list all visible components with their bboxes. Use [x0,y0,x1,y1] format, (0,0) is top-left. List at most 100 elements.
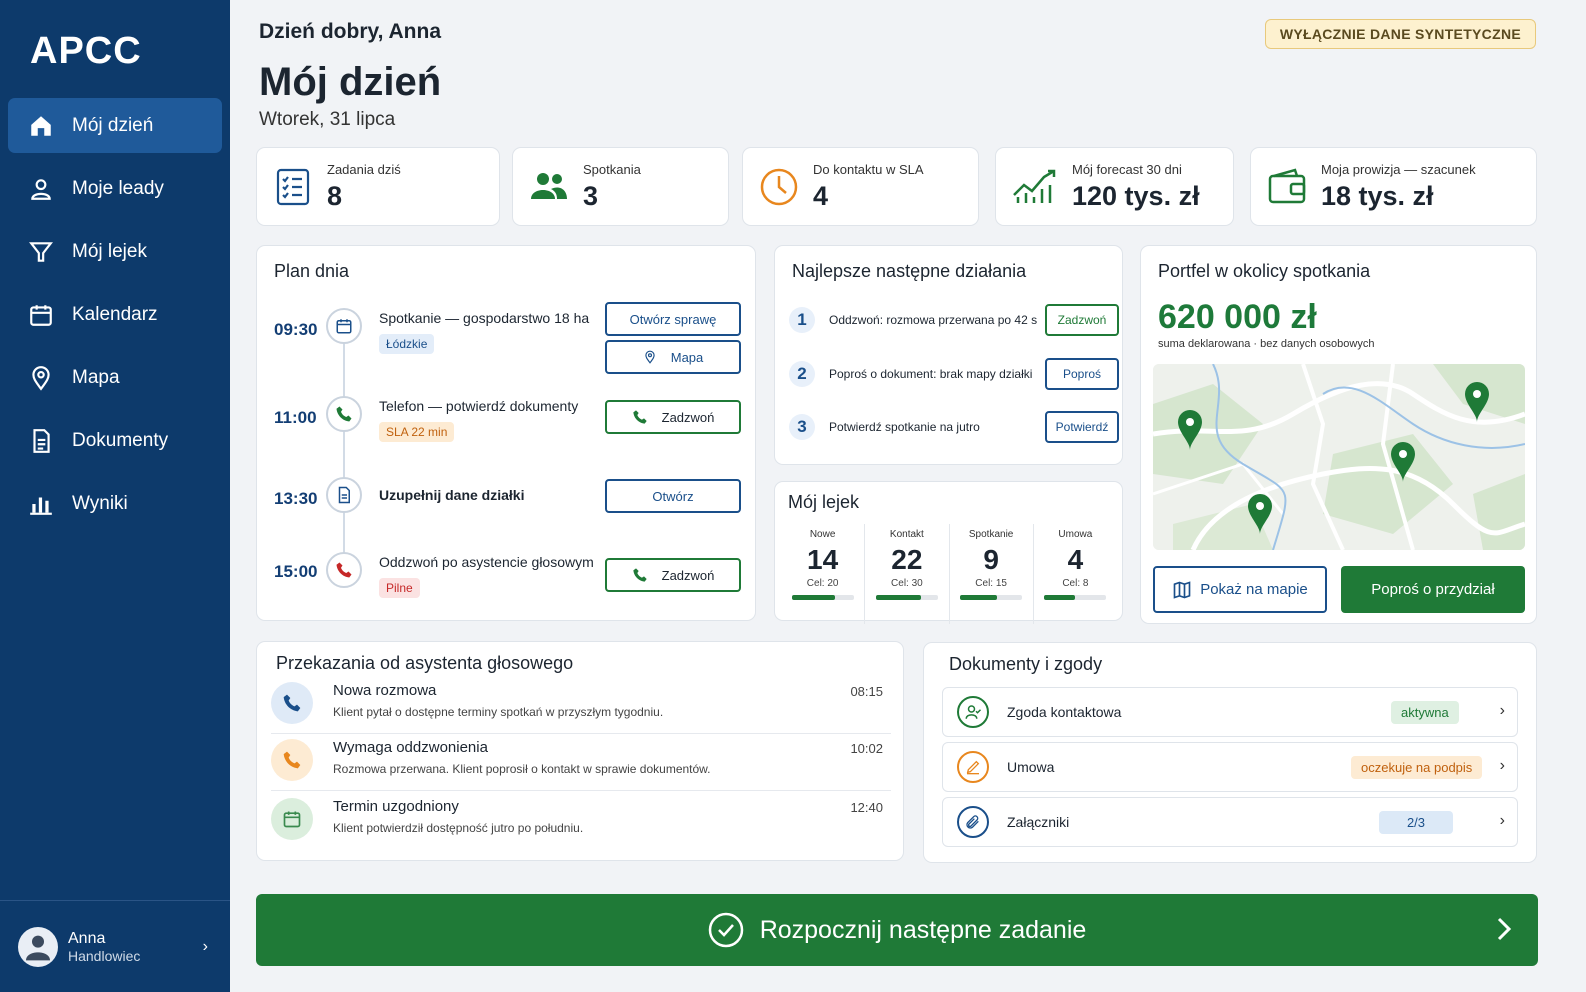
stage-value: 14 [807,544,839,575]
card-title: Portfel w okolicy spotkania [1158,261,1371,281]
plan-card: Plan dnia 09:30 Spotkanie — gospodarstwo… [256,245,756,621]
request-button[interactable]: Poproś [1045,358,1119,390]
plan-text: Spotkanie — gospodarstwo 18 ha [379,310,590,326]
kpi-commission[interactable]: Moja prowizja — szacunek 18 tys. zł [1250,147,1537,226]
map-view[interactable] [1153,364,1525,550]
show-on-map-button[interactable]: Pokaż na mapie [1153,566,1327,613]
funnel-stage[interactable]: Nowe 14 Cel: 20 [781,524,866,624]
sidebar-item-label: Moje leady [72,177,164,199]
stage-value: 22 [891,544,923,575]
plan-text: Uzupełnij dane działki [379,487,525,503]
phone-icon [632,568,647,582]
chevron-right-icon: › [1499,702,1505,719]
sidebar-item-documents[interactable]: Dokumenty [8,413,222,468]
kpi-forecast[interactable]: Mój forecast 30 dni 120 tys. zł [995,147,1234,226]
document-item[interactable]: Załączniki 2/3 › [942,797,1518,847]
chevron-right-icon: › [202,937,208,955]
call-button-label: Zadzwoń [661,409,715,425]
progress-bar [960,595,1023,600]
pen-icon [957,751,989,783]
check-circle-icon [708,912,743,948]
portfolio-card: Portfel w okolicy spotkania 620 000 zł s… [1140,245,1537,624]
document-item[interactable]: Zgoda kontaktowa aktywna › [942,687,1518,737]
call-button[interactable]: Zadzwoń [1045,304,1119,336]
plan-item: 13:30 Uzupełnij dane działki Otwórz [257,477,755,547]
stage-goal: Cel: 15 [975,578,1007,589]
confirm-button[interactable]: Potwierdź [1045,411,1119,443]
funnel-stage[interactable]: Umowa 4 Cel: 8 [1034,524,1117,624]
plan-item: 15:00 Oddzwoń po asystencie głosowym Pil… [257,552,755,622]
progress-bar [1044,595,1107,600]
person-icon [31,178,51,200]
action-item: 1 Oddzwoń: rozmowa przerwana po 42 s Zad… [789,303,1119,337]
stage-label: Spotkanie [968,529,1014,540]
progress-fill [791,595,836,600]
plan-time: 11:00 [274,408,317,427]
sidebar-item-my-day[interactable]: Mój dzień [8,98,222,153]
kpi-sla-contacts[interactable]: Do kontaktu w SLA 4 [742,147,979,226]
action-number: 1 [789,307,815,333]
sidebar-item-calendar[interactable]: Kalendarz [8,287,222,342]
user-profile[interactable]: Anna Handlowiec › [0,900,230,992]
kpi-label: Spotkania [583,161,641,177]
card-title: Dokumenty i zgody [949,654,1103,674]
kpi-value: 120 tys. zł [1072,180,1200,211]
map-button[interactable]: Mapa [605,340,741,374]
handoff-item[interactable]: Nowa rozmowa Klient pytał o dostępne ter… [271,678,891,734]
handoff-desc: Klient potwierdził dostępność jutro po p… [333,821,584,835]
handoff-title: Nowa rozmowa [333,682,437,699]
funnel-icon [29,241,53,262]
progress-fill [960,595,998,600]
chevron-right-icon [1497,917,1512,941]
clock-icon [760,168,798,205]
handoff-item[interactable]: Termin uzgodniony Klient potwierdził dos… [271,794,891,850]
kpi-meetings[interactable]: Spotkania 3 [512,147,729,226]
sidebar-item-label: Mapa [72,366,120,388]
page-title: Mój dzień [259,60,442,104]
phone-icon [632,410,647,424]
plan-time: 13:30 [274,489,318,508]
funnel-stage[interactable]: Kontakt 22 Cel: 30 [865,524,950,624]
sidebar-item-my-funnel[interactable]: Mój lejek [8,224,222,279]
stage-value: 4 [1067,544,1084,575]
funnel-card: Mój lejek Nowe 14 Cel: 20 Kontakt 22 Cel… [774,481,1123,624]
region-tag: Łódzkie [379,334,435,354]
start-next-task-button[interactable]: Rozpocznij następne zadanie [256,894,1538,966]
open-case-button[interactable]: Otwórz sprawę [605,302,741,336]
action-item: 3 Potwierdź spotkanie na jutro Potwierdź [789,410,1119,444]
plan-text: Oddzwoń po asystencie głosowym [379,554,594,570]
sidebar-item-map[interactable]: Mapa [8,350,222,405]
plan-item: 11:00 Telefon — potwierdź dokumenty SLA … [257,396,755,466]
kpi-label: Zadania dziś [327,161,401,177]
greeting: Dzień dobry, Anna [259,20,442,43]
stage-label: Umowa [1058,529,1093,540]
stage-label: Nowe [809,529,836,540]
phone-urgent-icon [326,552,362,588]
synthetic-data-badge: WYŁĄCZNIE DANE SYNTETYCZNE [1264,19,1536,49]
card-title: Mój lejek [788,492,860,512]
card-title: Plan dnia [274,261,350,281]
kpi-label: Do kontaktu w SLA [813,161,924,177]
handoff-time: 12:40 [850,800,883,815]
portfolio-amount: 620 000 zł [1158,298,1317,336]
handoff-title: Wymaga oddzwonienia [333,739,488,756]
sidebar-item-my-leads[interactable]: Moje leady [8,161,222,216]
open-button[interactable]: Otwórz [605,479,741,513]
kpi-label: Mój forecast 30 dni [1072,161,1182,177]
kpi-tasks-today[interactable]: Zadania dziś 8 [256,147,500,226]
action-number: 3 [789,414,815,440]
action-number: 2 [789,361,815,387]
handoff-item[interactable]: Wymaga oddzwonienia Rozmowa przerwana. K… [271,735,891,791]
call-button[interactable]: Zadzwoń [605,558,741,592]
funnel-stage[interactable]: Spotkanie 9 Cel: 15 [950,524,1034,624]
request-assignment-button[interactable]: Poproś o przydział [1341,566,1525,613]
document-item[interactable]: Umowa oczekuje na podpis › [942,742,1518,792]
phone-icon [326,396,362,432]
progress-bar [791,595,854,600]
phone-icon [271,682,313,724]
map-pin-icon [32,365,50,391]
sidebar-item-results[interactable]: Wyniki [8,476,222,531]
call-button[interactable]: Zadzwoń [605,400,741,434]
checklist-icon [276,168,310,205]
document-label: Załączniki [1007,814,1070,830]
